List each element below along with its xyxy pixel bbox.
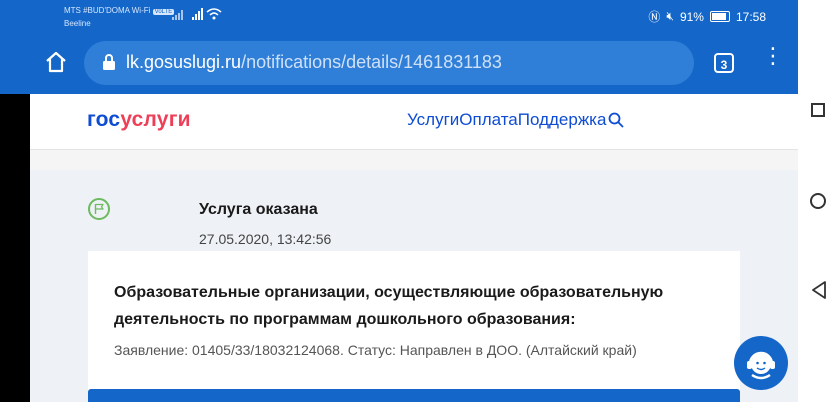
logo-part2: услуги xyxy=(120,108,191,131)
battery-percent: 91% xyxy=(679,9,704,24)
home-circle-icon[interactable] xyxy=(810,193,826,209)
home-icon[interactable] xyxy=(44,50,68,74)
logo-part1: гос xyxy=(87,108,121,131)
status-bar: MTS #BUD'DOMA Wi-Fi VoLTE Beeline xyxy=(64,5,203,29)
carrier-primary: MTS #BUD'DOMA Wi-Fi xyxy=(64,6,151,15)
operator-icon xyxy=(747,351,775,380)
phone-screen: MTS #BUD'DOMA Wi-Fi VoLTE Beeline Ⓝ 🔇︎ 9… xyxy=(0,0,798,402)
event-title: Услуга оказана xyxy=(199,201,318,218)
support-chat-button[interactable] xyxy=(734,336,788,390)
mute-icon: 🔇︎ xyxy=(666,9,674,23)
back-icon[interactable] xyxy=(811,281,827,299)
tabs-button[interactable]: 3 xyxy=(714,53,734,73)
wifi-icon xyxy=(206,8,222,20)
action-button[interactable] xyxy=(88,389,740,402)
volte-badge: VoLTE xyxy=(152,9,175,15)
search-icon[interactable] xyxy=(608,112,625,128)
event-date: 27.05.2020, 13:42:56 xyxy=(199,231,332,247)
battery-icon xyxy=(709,11,730,22)
address-bar[interactable]: lk.gosuslugi.ru/notifications/details/14… xyxy=(84,41,694,85)
card-title: Образовательные организации, осуществляю… xyxy=(114,284,664,328)
carrier-secondary: Beeline xyxy=(64,19,91,28)
nav-support[interactable]: Поддержка xyxy=(518,110,607,130)
main-nav: Услуги Оплата Поддержка xyxy=(407,110,625,130)
nfc-icon: Ⓝ xyxy=(648,10,661,24)
browser-menu-icon[interactable]: ⋮ xyxy=(762,45,784,76)
site-header: госуслуги Услуги Оплата Поддержка xyxy=(30,94,798,150)
url-path: /notifications/details/1461831183 xyxy=(241,52,502,72)
recent-apps-icon[interactable] xyxy=(811,103,825,117)
clock: 17:58 xyxy=(735,9,766,24)
notification-card: Образовательные организации, осуществляю… xyxy=(88,251,740,391)
flag-icon xyxy=(88,198,110,220)
nav-payment[interactable]: Оплата xyxy=(459,110,517,130)
gosuslugi-logo[interactable]: госуслуги xyxy=(87,108,191,132)
url-text: lk.gosuslugi.ru/notifications/details/14… xyxy=(126,52,502,73)
status-right: Ⓝ 🔇︎ 91% 17:58 xyxy=(648,8,766,25)
screen-edge xyxy=(0,94,30,402)
lock-icon xyxy=(103,54,115,70)
url-domain: lk.gosuslugi.ru xyxy=(126,52,242,72)
nav-services[interactable]: Услуги xyxy=(407,110,459,130)
card-meta: Заявление: 01405/33/18032124068. Статус:… xyxy=(114,342,637,358)
browser-chrome: MTS #BUD'DOMA Wi-Fi VoLTE Beeline Ⓝ 🔇︎ 9… xyxy=(0,0,798,94)
